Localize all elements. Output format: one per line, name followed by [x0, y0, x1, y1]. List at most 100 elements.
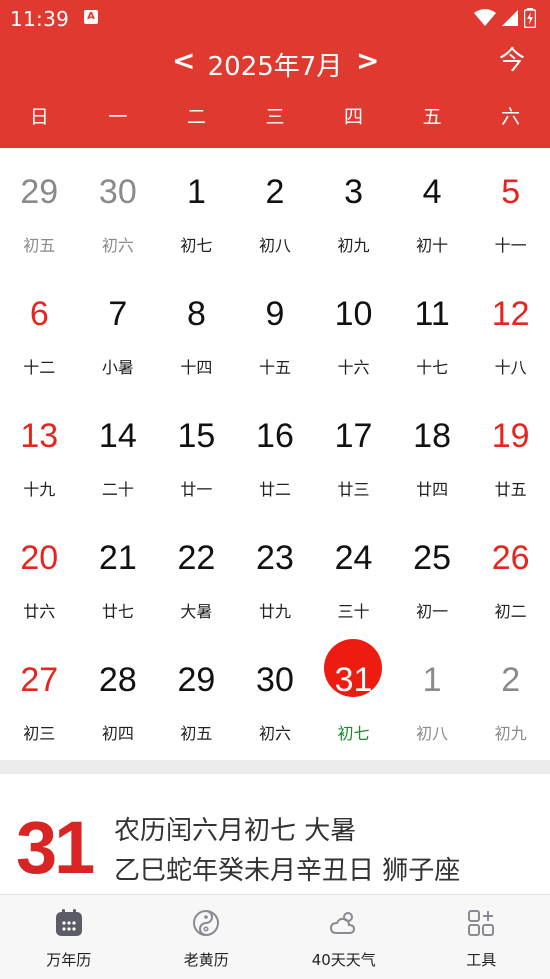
tab-tools-label: 工具: [466, 951, 497, 969]
lunar-day-label: 初七: [337, 724, 370, 743]
day-number: 27: [20, 661, 59, 699]
day-number: 1: [186, 173, 206, 211]
calendar-day-cell[interactable]: 12 十八: [471, 270, 550, 392]
lunar-day-label: 初八: [258, 236, 291, 255]
day-number: 5: [501, 173, 521, 211]
calendar-day-cell[interactable]: 20 廿六: [0, 514, 79, 636]
tab-weather[interactable]: 40天天气: [275, 895, 413, 979]
day-number: 29: [177, 661, 216, 699]
calendar-day-cell[interactable]: 10 十六: [314, 270, 393, 392]
day-number: 7: [108, 295, 128, 333]
today-button[interactable]: 今: [499, 40, 525, 77]
calendar-day-cell-today[interactable]: 31 初七: [314, 636, 393, 758]
tab-calendar-label: 万年历: [46, 951, 92, 969]
calendar-day-cell[interactable]: 6 十二: [0, 270, 79, 392]
lunar-day-label: 十二: [23, 358, 56, 377]
calendar-day-cell[interactable]: 25 初一: [393, 514, 472, 636]
lunar-day-label: 十八: [494, 358, 527, 377]
calendar-day-cell[interactable]: 7 小暑: [79, 270, 158, 392]
calendar-day-cell[interactable]: 22 大暑: [157, 514, 236, 636]
lunar-day-label: 初九: [337, 236, 370, 255]
calendar-day-cell[interactable]: 30 初六: [79, 148, 158, 270]
calendar-day-cell[interactable]: 4 初十: [393, 148, 472, 270]
calendar-day-cell[interactable]: 5 十一: [471, 148, 550, 270]
lunar-day-label: 廿三: [337, 480, 370, 499]
calendar-day-cell[interactable]: 8 十四: [157, 270, 236, 392]
lunar-day-label: 廿九: [258, 602, 291, 621]
battery-icon: [524, 8, 536, 28]
lunar-day-label: 廿七: [101, 602, 134, 621]
day-number: 13: [20, 417, 59, 455]
calendar-day-cell[interactable]: 17 廿三: [314, 392, 393, 514]
day-number: 2: [265, 173, 285, 211]
calendar-day-cell[interactable]: 2 初八: [236, 148, 315, 270]
day-number: 17: [334, 417, 373, 455]
lunar-day-label: 初六: [258, 724, 291, 743]
calendar-day-cell[interactable]: 24 三十: [314, 514, 393, 636]
calendar-day-cell[interactable]: 1 初八: [393, 636, 472, 758]
lunar-day-label: 二十: [101, 480, 134, 499]
lunar-day-label: 初六: [101, 236, 134, 255]
lunar-day-label: 廿一: [180, 480, 213, 499]
tab-tools[interactable]: 工具: [413, 895, 550, 979]
calendar-day-cell[interactable]: 28 初四: [79, 636, 158, 758]
month-navigator: < 2025年7月 >: [0, 42, 550, 86]
calendar-week-row: 13 十九 14 二十 15 廿一 16 廿二 17 廿三 18 廿四 19 廿五: [0, 392, 550, 514]
day-number: 2: [501, 661, 521, 699]
calendar-day-cell[interactable]: 9 十五: [236, 270, 315, 392]
day-number: 30: [256, 661, 294, 699]
day-number: 26: [491, 539, 530, 577]
lunar-day-label: 三十: [337, 602, 370, 621]
tab-calendar[interactable]: 万年历: [0, 895, 138, 979]
calendar-day-cell[interactable]: 13 十九: [0, 392, 79, 514]
calendar-day-cell[interactable]: 3 初九: [314, 148, 393, 270]
wifi-icon: [474, 9, 496, 26]
calendar-day-cell[interactable]: 29 初五: [0, 148, 79, 270]
lunar-day-label: 廿六: [23, 602, 56, 621]
day-number: 4: [422, 173, 442, 211]
calendar-day-cell[interactable]: 21 廿七: [79, 514, 158, 636]
weekday-label: 六: [501, 106, 521, 128]
calendar-day-cell[interactable]: 27 初三: [0, 636, 79, 758]
day-number: 8: [186, 295, 206, 333]
calendar-day-cell[interactable]: 19 廿五: [471, 392, 550, 514]
calendar-day-cell[interactable]: 29 初五: [157, 636, 236, 758]
lunar-day-label: 初二: [494, 602, 527, 621]
weekday-label: 五: [422, 106, 442, 128]
day-number: 10: [334, 295, 373, 333]
next-month-button[interactable]: >: [356, 44, 379, 77]
calendar-day-cell[interactable]: 11 十七: [393, 270, 472, 392]
day-number: 3: [344, 173, 363, 211]
calendar-day-cell[interactable]: 14 二十: [79, 392, 158, 514]
selected-day-number: 31: [16, 806, 95, 889]
day-number: 11: [414, 295, 450, 333]
calendar-day-cell[interactable]: 16 廿二: [236, 392, 315, 514]
tools-icon: [468, 910, 495, 936]
day-detail-card[interactable]: 31 农历闰六月初七 大暑 乙巳蛇年癸未月辛丑日 狮子座: [0, 774, 550, 894]
weekday-header: 日 一 二 三 四 五 六: [0, 102, 550, 132]
day-number: 30: [98, 173, 137, 211]
calendar-day-cell[interactable]: 15 廿一: [157, 392, 236, 514]
lunar-day-label: 十一: [494, 236, 527, 255]
calendar-day-cell[interactable]: 2 初九: [471, 636, 550, 758]
calendar-day-cell[interactable]: 26 初二: [471, 514, 550, 636]
calendar-week-row: 6 十二 7 小暑 8 十四 9 十五 10 十六 11 十七 12 十八: [0, 270, 550, 392]
ganzhi-date-text: 乙巳蛇年癸未月辛丑日 狮子座: [114, 856, 461, 886]
notification-icon: A: [84, 10, 98, 24]
month-title[interactable]: 2025年7月: [205, 46, 345, 83]
day-number: 19: [491, 417, 530, 455]
lunar-day-label: 初五: [180, 724, 213, 743]
weekday-label: 日: [29, 106, 49, 128]
weekday-label: 一: [108, 106, 128, 128]
calendar-week-row: 20 廿六 21 廿七 22 大暑 23 廿九 24 三十 25 初一 26 初二: [0, 514, 550, 636]
calendar-day-cell[interactable]: 30 初六: [236, 636, 315, 758]
tab-almanac[interactable]: 老黄历: [138, 895, 276, 979]
prev-month-button[interactable]: <: [172, 44, 195, 77]
day-number: 20: [20, 539, 59, 577]
calendar-day-cell[interactable]: 18 廿四: [393, 392, 472, 514]
calendar-day-cell[interactable]: 1 初七: [157, 148, 236, 270]
weekday-label: 四: [344, 106, 364, 128]
calendar-week-row: 29 初五 30 初六 1 初七 2 初八 3 初九 4 初十 5 十一: [0, 148, 550, 270]
calendar-day-cell[interactable]: 23 廿九: [236, 514, 315, 636]
lunar-day-label: 初三: [23, 724, 56, 743]
